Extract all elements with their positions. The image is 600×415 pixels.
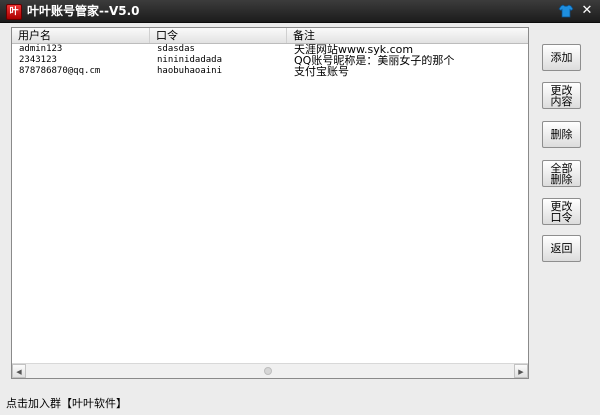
add-button-label: 添加	[550, 51, 573, 64]
list-header: 用户名 口令 备注	[12, 28, 528, 44]
scroll-right-icon[interactable]: ▶	[514, 364, 528, 378]
cell-username: 878786870@qq.cm	[19, 66, 101, 76]
cell-password: sdasdas	[157, 44, 195, 54]
window-title: 叶叶账号管家--V5.0	[27, 4, 140, 18]
cell-password: haobuhaoaini	[157, 66, 223, 76]
cell-note: 支付宝账号	[294, 66, 349, 77]
table-row[interactable]: 2343123 nininidadada QQ账号昵称是：美丽女子的那个	[12, 55, 528, 66]
delete-button[interactable]: 删除	[542, 121, 581, 148]
close-button[interactable]: ✕	[580, 4, 594, 18]
table-row[interactable]: 878786870@qq.cm haobuhaoaini 支付宝账号	[12, 66, 528, 77]
join-group-link[interactable]: 点击加入群【叶叶软件】	[6, 397, 127, 411]
column-header-password[interactable]: 口令	[150, 28, 287, 43]
cell-note: 天涯网站www.syk.com	[294, 44, 414, 55]
edit-content-button[interactable]: 更改 内容	[542, 82, 581, 109]
skin-shirt-icon[interactable]	[558, 3, 574, 19]
horizontal-scrollbar[interactable]: ◀ ▶	[12, 363, 528, 378]
cell-note: QQ账号昵称是：美丽女子的那个	[294, 55, 455, 66]
column-header-username[interactable]: 用户名	[12, 28, 150, 43]
delete-button-label: 删除	[550, 128, 573, 141]
title-bar[interactable]: 叶 叶叶账号管家--V5.0 ✕	[0, 0, 600, 23]
cell-password: nininidadada	[157, 55, 223, 65]
list-body: admin123 sdasdas 天涯网站www.syk.com 2343123…	[12, 44, 528, 77]
column-header-note[interactable]: 备注	[287, 28, 528, 43]
edit-content-button-label: 更改 内容	[550, 83, 573, 108]
back-button[interactable]: 返回	[542, 235, 581, 262]
app-logo-icon: 叶	[6, 4, 22, 20]
delete-all-button-label: 全部 删除	[550, 161, 573, 186]
back-button-label: 返回	[550, 242, 573, 255]
cell-username: 2343123	[19, 55, 57, 65]
cell-username: admin123	[19, 44, 63, 54]
account-list[interactable]: 用户名 口令 备注 admin123 sdasdas 天涯网站www.syk.c…	[11, 27, 529, 379]
scroll-left-icon[interactable]: ◀	[12, 364, 26, 378]
change-password-button[interactable]: 更改 口令	[542, 198, 581, 225]
delete-all-button[interactable]: 全部 删除	[542, 160, 581, 187]
change-password-button-label: 更改 口令	[550, 199, 573, 224]
table-row[interactable]: admin123 sdasdas 天涯网站www.syk.com	[12, 44, 528, 55]
scroll-grip-icon[interactable]	[264, 367, 272, 375]
add-button[interactable]: 添加	[542, 44, 581, 71]
